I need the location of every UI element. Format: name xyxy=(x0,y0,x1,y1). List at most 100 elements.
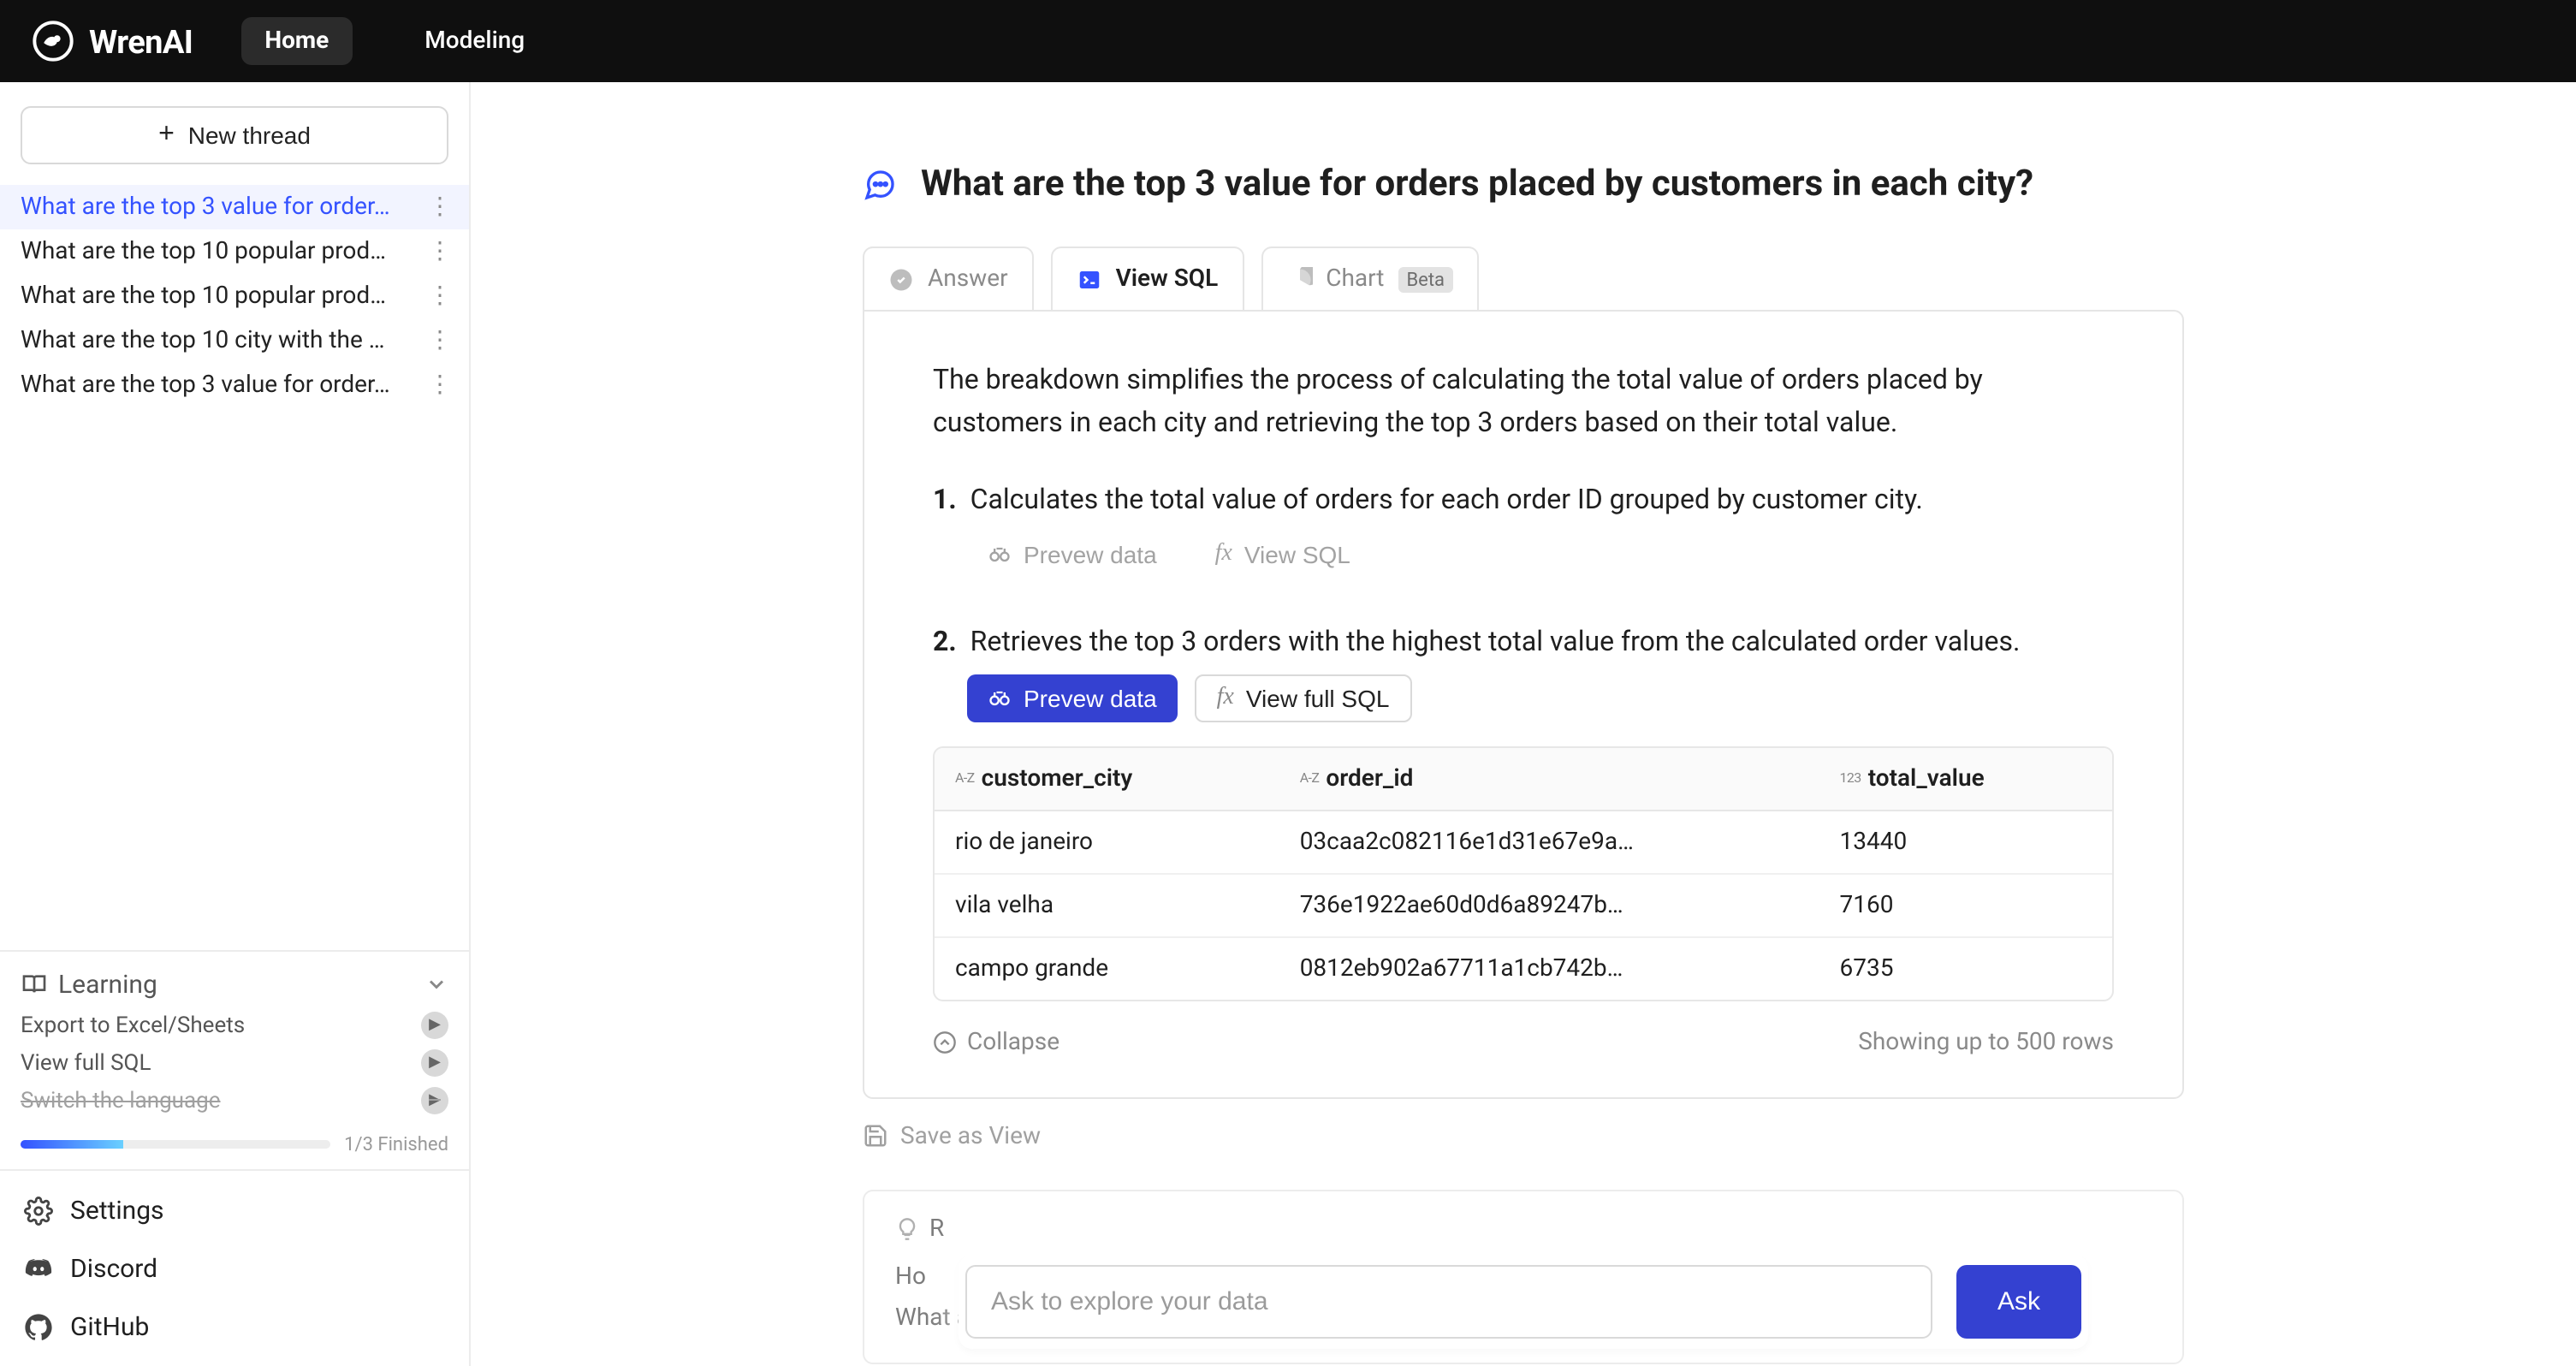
cell: 13440 xyxy=(1819,810,2113,873)
ask-input[interactable] xyxy=(965,1265,1932,1339)
thread-more-icon[interactable]: ⋮ xyxy=(424,282,455,310)
settings-label: Settings xyxy=(70,1195,164,1226)
cell: 736e1922ae60d0d6a89247b… xyxy=(1279,873,1819,936)
learning-item-label: View full SQL xyxy=(21,1050,151,1076)
summary-text: The breakdown simplifies the process of … xyxy=(933,359,2114,444)
thread-label: What are the top 3 value for order… xyxy=(21,371,424,399)
col-name: order_id xyxy=(1326,764,1413,792)
nav-modeling[interactable]: Modeling xyxy=(401,17,549,65)
view-sql-button[interactable]: fx View SQL xyxy=(1195,532,1371,576)
result-tabs: Answer View SQL Chart Beta xyxy=(863,246,2184,310)
chat-bubble-icon xyxy=(863,168,897,202)
thread-more-icon[interactable]: ⋮ xyxy=(424,238,455,265)
gear-icon xyxy=(24,1196,53,1225)
type-tag: A-Z xyxy=(1300,771,1320,787)
preview-data-button[interactable]: Prevew data xyxy=(967,674,1178,722)
fx-icon: fx xyxy=(1217,684,1234,711)
thread-item[interactable]: What are the top 3 value for order… ⋮ xyxy=(0,363,469,407)
cell: vila velha xyxy=(935,873,1279,936)
thread-item[interactable]: What are the top 3 value for order… ⋮ xyxy=(0,185,469,229)
plus-icon: + xyxy=(158,122,175,149)
discord-icon xyxy=(24,1254,53,1283)
step-number: 2. xyxy=(933,624,957,656)
view-full-sql-button[interactable]: fx View full SQL xyxy=(1195,674,1412,722)
save-as-view-button[interactable]: Save as View xyxy=(863,1122,1041,1149)
thread-more-icon[interactable]: ⋮ xyxy=(424,193,455,221)
sidebar-footer-links: Settings Discord GitHub xyxy=(0,1169,469,1366)
thread-item[interactable]: What are the top 10 city with the … ⋮ xyxy=(0,318,469,363)
ask-button[interactable]: Ask xyxy=(1956,1265,2081,1339)
learning-item[interactable]: View full SQL ▶ xyxy=(21,1044,448,1082)
cell: 7160 xyxy=(1819,873,2113,936)
type-tag: A-Z xyxy=(955,771,975,787)
learning-item[interactable]: Export to Excel/Sheets ▶ xyxy=(21,1007,448,1044)
column-header[interactable]: A-Z customer_city xyxy=(935,747,1279,810)
step-number: 1. xyxy=(933,482,957,514)
wren-bird-icon xyxy=(31,19,75,63)
col-name: total_value xyxy=(1868,764,1985,792)
tab-chart[interactable]: Chart Beta xyxy=(1261,246,1479,310)
sidebar: + New thread What are the top 3 value fo… xyxy=(0,82,471,1366)
step-item: 1. Calculates the total value of orders … xyxy=(933,482,2114,514)
chevron-up-circle-icon xyxy=(933,1030,957,1054)
table-row: vila velha 736e1922ae60d0d6a89247b… 7160 xyxy=(935,873,2112,936)
new-thread-button[interactable]: + New thread xyxy=(21,106,448,164)
ask-bar: Ask xyxy=(959,1255,2088,1349)
preview-data-label: Prevew data xyxy=(1024,684,1157,711)
github-icon xyxy=(24,1312,53,1341)
github-link[interactable]: GitHub xyxy=(0,1298,469,1356)
table-footer: Collapse Showing up to 500 rows xyxy=(933,1018,2114,1055)
thread-list: What are the top 3 value for order… ⋮ Wh… xyxy=(0,178,469,414)
table-row: rio de janeiro 03caa2c082116e1d31e67e9a…… xyxy=(935,810,2112,873)
new-thread-label: New thread xyxy=(188,122,311,149)
terminal-icon xyxy=(1077,266,1102,292)
save-view-label: Save as View xyxy=(900,1122,1041,1149)
save-icon xyxy=(863,1123,888,1149)
preview-data-label: Prevew data xyxy=(1024,540,1157,567)
learning-header[interactable]: Learning xyxy=(21,969,448,1000)
learning-title: Learning xyxy=(58,969,157,1000)
binoculars-icon xyxy=(988,686,1012,710)
learning-panel: Learning Export to Excel/Sheets ▶ View f… xyxy=(0,950,469,1169)
thread-more-icon[interactable]: ⋮ xyxy=(424,371,455,399)
top-nav: WrenAI Home Modeling xyxy=(0,0,2576,82)
progress-label: 1/3 Finished xyxy=(344,1133,448,1155)
discord-label: Discord xyxy=(70,1253,157,1284)
thread-more-icon[interactable]: ⋮ xyxy=(424,327,455,354)
tab-answer-label: Answer xyxy=(928,265,1008,293)
learning-item[interactable]: Switch the language ▶ xyxy=(21,1082,448,1120)
thread-item[interactable]: What are the top 10 popular prod… ⋮ xyxy=(0,229,469,274)
github-label: GitHub xyxy=(70,1311,149,1342)
thread-label: What are the top 3 value for order… xyxy=(21,193,424,221)
preview-data-button[interactable]: Prevew data xyxy=(967,532,1178,576)
tab-view-sql-label: View SQL xyxy=(1116,265,1219,293)
lightbulb-icon xyxy=(895,1217,919,1241)
step-item: 2. Retrieves the top 3 orders with the h… xyxy=(933,624,2114,656)
tab-answer[interactable]: Answer xyxy=(863,246,1034,310)
play-icon: ▶ xyxy=(421,1049,448,1077)
cell: 6735 xyxy=(1819,936,2113,999)
brand-logo: WrenAI xyxy=(31,19,193,63)
thread-item[interactable]: What are the top 10 popular prod… ⋮ xyxy=(0,274,469,318)
tab-chart-label: Chart xyxy=(1326,265,1384,293)
tab-view-sql[interactable]: View SQL xyxy=(1051,246,1244,310)
collapse-button[interactable]: Collapse xyxy=(933,1028,1059,1055)
cell: campo grande xyxy=(935,936,1279,999)
discord-link[interactable]: Discord xyxy=(0,1239,469,1298)
collapse-label: Collapse xyxy=(967,1028,1059,1055)
question-title: What are the top 3 value for orders plac… xyxy=(921,164,2033,205)
check-circle-icon xyxy=(888,266,914,292)
question-header: What are the top 3 value for orders plac… xyxy=(863,164,2184,205)
column-header[interactable]: 123 total_value xyxy=(1819,747,2113,810)
step-text: Retrieves the top 3 orders with the high… xyxy=(970,624,2021,656)
view-full-sql-label: View full SQL xyxy=(1246,684,1390,711)
column-header[interactable]: A-Z order_id xyxy=(1279,747,1819,810)
rec-title: R xyxy=(929,1215,944,1243)
main-content: What are the top 3 value for orders plac… xyxy=(471,82,2576,1366)
col-name: customer_city xyxy=(982,764,1133,792)
nav-home[interactable]: Home xyxy=(240,17,353,65)
cell: 0812eb902a67711a1cb742b… xyxy=(1279,936,1819,999)
type-tag: 123 xyxy=(1840,771,1861,787)
settings-link[interactable]: Settings xyxy=(0,1181,469,1239)
table-row: campo grande 0812eb902a67711a1cb742b… 67… xyxy=(935,936,2112,999)
